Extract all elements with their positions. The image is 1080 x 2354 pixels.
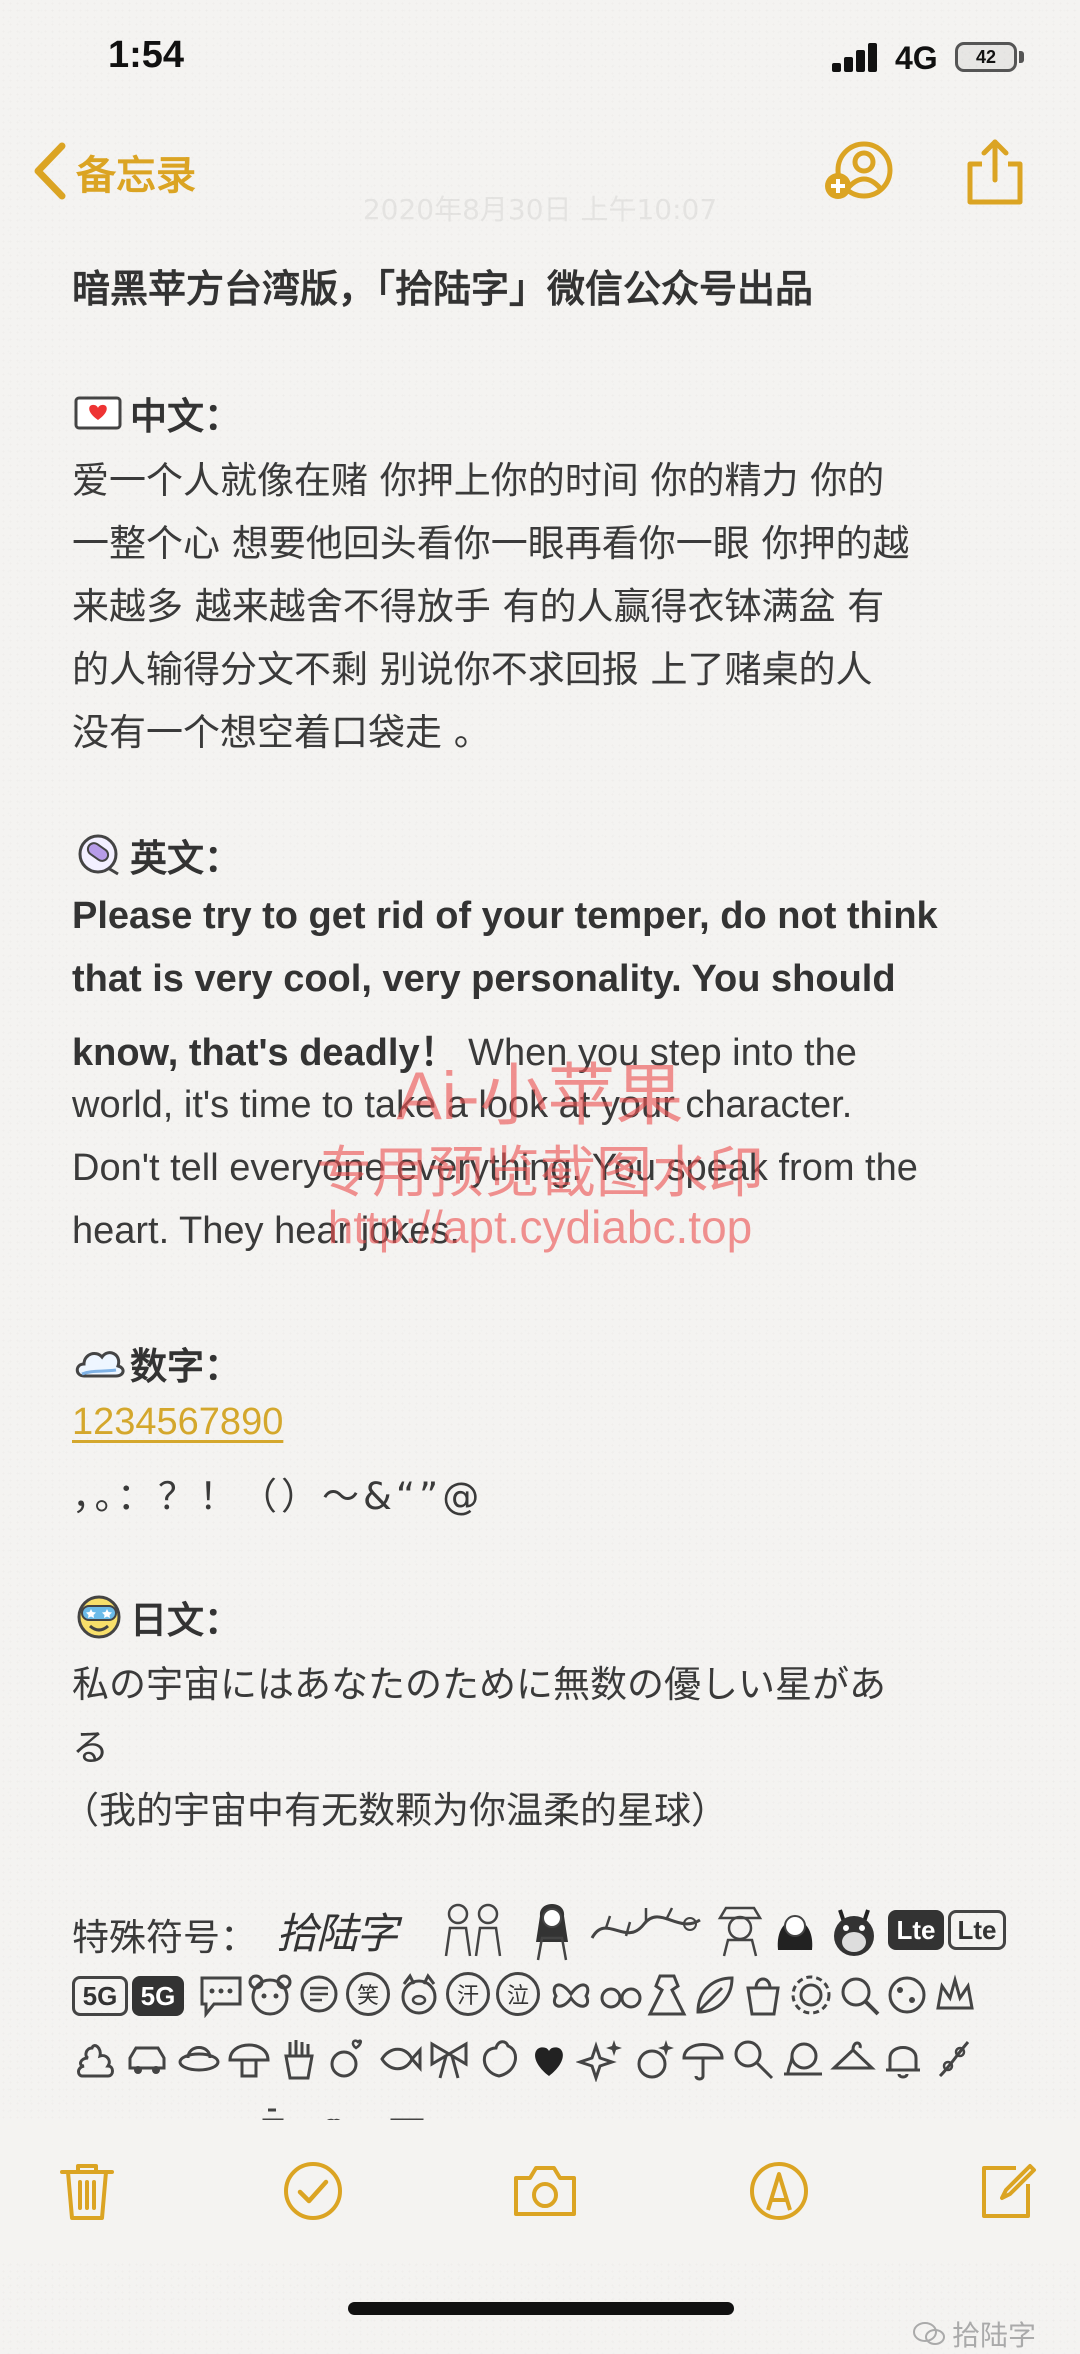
sparkle-stars-icon	[576, 2040, 622, 2082]
english-line: heart. They hear jokes.	[72, 1210, 460, 1252]
english-regular-tail: When you step into the	[457, 1032, 857, 1074]
japanese-heading: 日文：	[72, 1590, 241, 1644]
trash-icon[interactable]	[56, 2160, 118, 2222]
5g-filled-badge: 5G	[132, 1976, 184, 2016]
pig-face-icon	[401, 1973, 437, 2015]
english-line: world, it's time to take a look at your …	[72, 1084, 853, 1126]
couple-sketch-icon	[444, 1903, 502, 1957]
chat-bubble-icon	[300, 1975, 338, 2013]
totoro-icon	[834, 1909, 874, 1956]
compose-icon[interactable]	[976, 2160, 1038, 2222]
car-icon	[128, 2046, 166, 2074]
lte-filled-badge: Lte	[888, 1910, 944, 1950]
phone-number-link[interactable]: 1234567890	[72, 1401, 283, 1443]
fries-icon	[284, 2040, 314, 2080]
pill-icon	[78, 834, 119, 876]
bottom-toolbar	[0, 2120, 1080, 2260]
battery-level: 42	[975, 46, 997, 67]
checklist-icon[interactable]	[282, 2160, 344, 2222]
digits-label: 数字：	[130, 1345, 241, 1388]
wechat-icon	[913, 2322, 945, 2345]
markup-pen-icon[interactable]	[748, 2160, 810, 2222]
gear-flower-icon	[791, 1975, 831, 2015]
heart-filled-icon	[535, 2047, 563, 2076]
snail-icon	[784, 2042, 822, 2076]
english-label: 英文：	[130, 837, 241, 880]
bear-face-icon	[248, 1974, 292, 2016]
cry-char-badge: 泣	[496, 1972, 540, 2016]
digits-heading: 数字：	[72, 1336, 241, 1390]
butterfly-icon	[552, 1983, 590, 2008]
girl-sketch-icon	[536, 1904, 568, 1961]
leaf-icon	[696, 1976, 734, 2014]
star-struck-face-icon	[77, 1595, 121, 1639]
umbrella-icon	[682, 2043, 724, 2081]
5g-outline-badge: 5G	[72, 1976, 128, 2016]
english-bold-line: that is very cool, very personality. You…	[72, 958, 896, 1000]
home-indicator[interactable]	[348, 2302, 734, 2315]
battery-tip	[1019, 51, 1024, 63]
chinese-line: 没有一个想空着口袋走 。	[72, 711, 491, 754]
english-bold-tail: know, that's deadly！	[72, 1032, 458, 1074]
signature-mark: 拾陆字	[276, 1909, 398, 1958]
signal-strength-icon	[832, 42, 880, 72]
hanger-icon	[830, 2041, 876, 2070]
punctuation-line: ，。：？！（）～&“”@	[72, 1475, 484, 1518]
sweat-char-badge: 汗	[446, 1972, 490, 2016]
network-type: 4G	[895, 40, 938, 76]
mushroom-icon	[228, 2043, 270, 2078]
japanese-translation: （我的宇宙中有无数颗为你温柔的星球）	[62, 1789, 728, 1832]
chinese-heading: 中文：	[72, 386, 241, 440]
digits-link[interactable]: 1234567890	[72, 1400, 283, 1444]
cookie-icon	[888, 1976, 926, 2014]
chinese-line: 的人输得分文不剩 别说你不求回报 上了赌桌的人	[72, 648, 873, 691]
crown-icon	[936, 1974, 974, 2010]
boy-hat-icon	[717, 1906, 763, 1957]
bow-ribbon-icon	[430, 2041, 468, 2079]
ufo-icon	[178, 2046, 220, 2072]
vine-icon	[938, 2041, 970, 2078]
bag-icon	[746, 1977, 780, 2016]
wechat-watermark: 拾陆字	[912, 2314, 1036, 2354]
fish-icon	[380, 2046, 422, 2072]
camera-icon[interactable]	[510, 2160, 580, 2222]
laugh-char-badge: 笑	[346, 1972, 390, 2016]
bell-icon	[886, 2046, 920, 2079]
lollipop-icon	[734, 2040, 774, 2080]
note-title[interactable]: 暗黑苹方台湾版，「拾陆字」微信公众号出品	[72, 258, 813, 313]
love-letter-icon	[74, 396, 122, 430]
cloud-icon	[75, 1351, 125, 1378]
note-date: 2020年8月30日 上午10:07	[362, 193, 718, 226]
japanese-line: る	[72, 1726, 109, 1769]
lte-outline-badge: Lte	[948, 1910, 1006, 1950]
dress-icon	[647, 1974, 687, 2016]
wechat-account-name: 拾陆字	[952, 2319, 1037, 2352]
japanese-label: 日文：	[130, 1599, 241, 1642]
special-label: 特殊符号：	[72, 1916, 257, 1959]
english-heading: 英文：	[72, 828, 241, 882]
peach-icon	[482, 2040, 517, 2078]
chinese-line: 一整个心 想要他回头看你一眼再看你一眼 你押的越	[72, 522, 910, 565]
chinese-line: 爱一个人就像在赌 你押上你的时间 你的精力 你的	[72, 459, 885, 502]
english-mixed-line: know, that's deadly！ When you step into …	[72, 1021, 857, 1076]
glasses-icon	[600, 1987, 642, 2009]
speech-bubble-icon	[200, 1976, 242, 2018]
dragon-sketch-icon	[590, 1907, 701, 1939]
special-symbols-heading: 特殊符号：	[72, 1907, 257, 1961]
magnifier-icon	[841, 1977, 880, 2016]
status-time: 1:54	[108, 34, 185, 76]
battery-icon: 42	[955, 42, 1017, 72]
chinese-line: 来越多 越来越舍不得放手 有的人赢得衣钵满盆 有	[72, 585, 885, 628]
sparkle-face-icon	[637, 2040, 674, 2079]
chinese-label: 中文：	[130, 395, 241, 438]
clipped-symbol-row	[72, 2100, 1032, 2120]
english-bold-line: Please try to get rid of your temper, do…	[72, 895, 938, 937]
hearts-icon	[330, 2039, 362, 2078]
japanese-line: 私の宇宙にはあなたのために無数の優しい星があ	[72, 1663, 886, 1706]
poop-icon	[77, 2044, 114, 2078]
english-line: Don't tell everyone everything. You spea…	[72, 1147, 918, 1189]
girl-black-hair-icon	[777, 1915, 813, 1950]
